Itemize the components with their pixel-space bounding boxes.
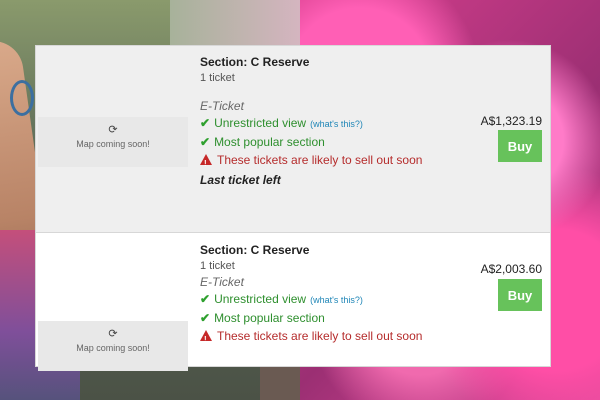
last-ticket-left: Last ticket left xyxy=(200,173,281,187)
map-placeholder: ⟳ Map coming soon! xyxy=(38,321,188,371)
ticket-count: 1 ticket xyxy=(200,72,235,84)
check-icon: ✔ xyxy=(200,116,211,130)
whats-this-link[interactable]: (what's this?) xyxy=(310,295,363,305)
feature-popular-section: ✔ Most popular section xyxy=(200,309,440,327)
map-coming-soon-text: Map coming soon! xyxy=(76,343,150,353)
map-coming-soon-text: Map coming soon! xyxy=(76,139,150,149)
ticket-listing: ⟳ Map coming soon! Section: C Reserve 1 … xyxy=(36,46,550,233)
background-tattoo xyxy=(10,80,34,116)
map-placeholder: ⟳ Map coming soon! xyxy=(38,117,188,167)
feature-label: Most popular section xyxy=(214,311,325,325)
buy-button[interactable]: Buy xyxy=(498,130,542,162)
check-icon: ✔ xyxy=(200,135,211,149)
refresh-icon: ⟳ xyxy=(108,124,118,136)
feature-label: Unrestricted view xyxy=(214,116,307,130)
feature-label: Most popular section xyxy=(214,135,325,149)
ticket-listing: ⟳ Map coming soon! Section: C Reserve 1 … xyxy=(36,234,550,371)
warning-text: These tickets are likely to sell out soo… xyxy=(217,153,423,167)
feature-unrestricted-view: ✔ Unrestricted view (what's this?) xyxy=(200,114,440,133)
warning-icon xyxy=(200,330,212,349)
ticket-count: 1 ticket xyxy=(200,260,235,272)
whats-this-link[interactable]: (what's this?) xyxy=(310,119,363,129)
section-title: Section: C Reserve xyxy=(200,55,310,69)
feature-label: Unrestricted view xyxy=(214,292,307,306)
listing-details: Section: C Reserve 1 ticket E-Ticket ✔ Un… xyxy=(200,54,440,189)
ticket-price: A$2,003.60 xyxy=(480,262,542,276)
sell-out-warning: These tickets are likely to sell out soo… xyxy=(200,327,440,349)
listing-details: Section: C Reserve 1 ticket E-Ticket ✔ Un… xyxy=(200,242,440,349)
feature-unrestricted-view: ✔ Unrestricted view (what's this?) xyxy=(200,290,440,309)
feature-popular-section: ✔ Most popular section xyxy=(200,133,440,151)
section-title: Section: C Reserve xyxy=(200,243,310,257)
buy-button[interactable]: Buy xyxy=(498,279,542,311)
ticket-listings-panel: ⟳ Map coming soon! Section: C Reserve 1 … xyxy=(36,46,550,371)
check-icon: ✔ xyxy=(200,292,211,306)
sell-out-warning: These tickets are likely to sell out soo… xyxy=(200,151,440,173)
ticket-price: A$1,323.19 xyxy=(480,114,542,128)
ticket-type: E-Ticket xyxy=(200,275,244,289)
check-icon: ✔ xyxy=(200,311,211,325)
refresh-icon: ⟳ xyxy=(108,328,118,340)
warning-icon xyxy=(200,154,212,173)
warning-text: These tickets are likely to sell out soo… xyxy=(217,329,423,343)
ticket-type: E-Ticket xyxy=(200,99,244,113)
